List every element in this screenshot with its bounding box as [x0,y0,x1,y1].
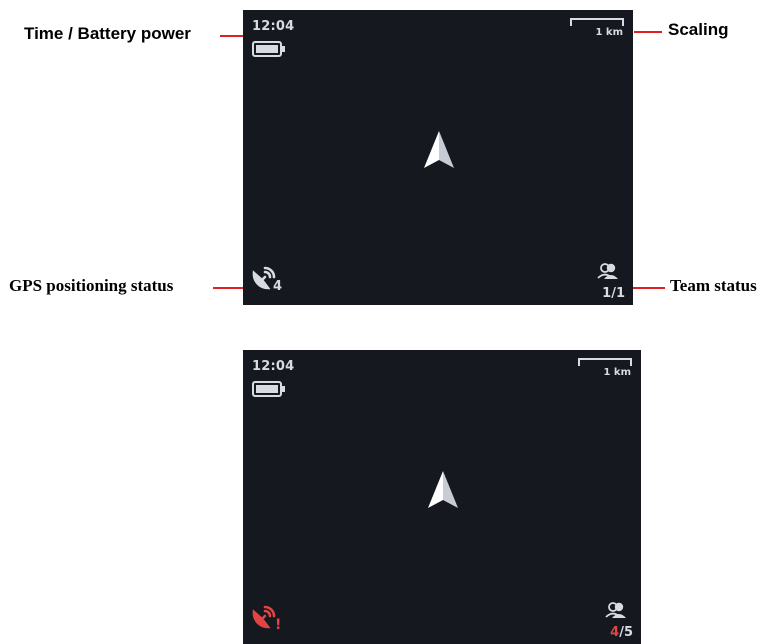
team-online-count: 4 [610,625,620,640]
gps-satellite-icon [252,605,276,629]
scale-label: 1 km [603,367,631,378]
team-total-count: 5 [623,625,633,640]
team-member-icon [597,263,618,279]
callout-team-status: Team status [670,276,757,295]
heading-arrow-icon [427,470,459,510]
team-member-icon [605,602,626,618]
team-total-count: 1 [615,286,625,301]
team-count: 4/5 [610,625,633,640]
callout-time-battery: Time / Battery power [24,24,191,43]
time-display: 12:04 [252,19,295,34]
scale-indicator: 1 km [577,356,633,382]
device-screen-normal: 12:04 1 km 4 1/1 [243,10,633,305]
scale-label: 1 km [595,27,623,38]
callout-scaling: Scaling [668,20,729,39]
team-online-count: 1 [602,286,612,301]
leader-line-scaling [634,31,662,33]
team-count: 1/1 [602,286,625,301]
heading-arrow-icon [423,130,455,170]
callout-gps-status: GPS positioning status [9,276,174,295]
battery-icon [252,40,286,58]
gps-status-indicator: 4 [249,265,289,299]
leader-line-team-status [633,287,665,289]
battery-icon [252,380,286,398]
leader-line-gps-status [213,287,245,289]
team-status-indicator: 1/1 [589,263,625,301]
time-display: 12:04 [252,359,295,374]
scale-indicator: 1 km [569,16,625,42]
team-status-indicator: 4/5 [597,602,633,640]
device-screen-warning: 12:04 1 km ! 4/5 [243,350,641,644]
gps-status-indicator: ! [249,604,289,638]
gps-alert-mark: ! [275,617,282,633]
gps-satellite-count: 4 [273,279,283,294]
